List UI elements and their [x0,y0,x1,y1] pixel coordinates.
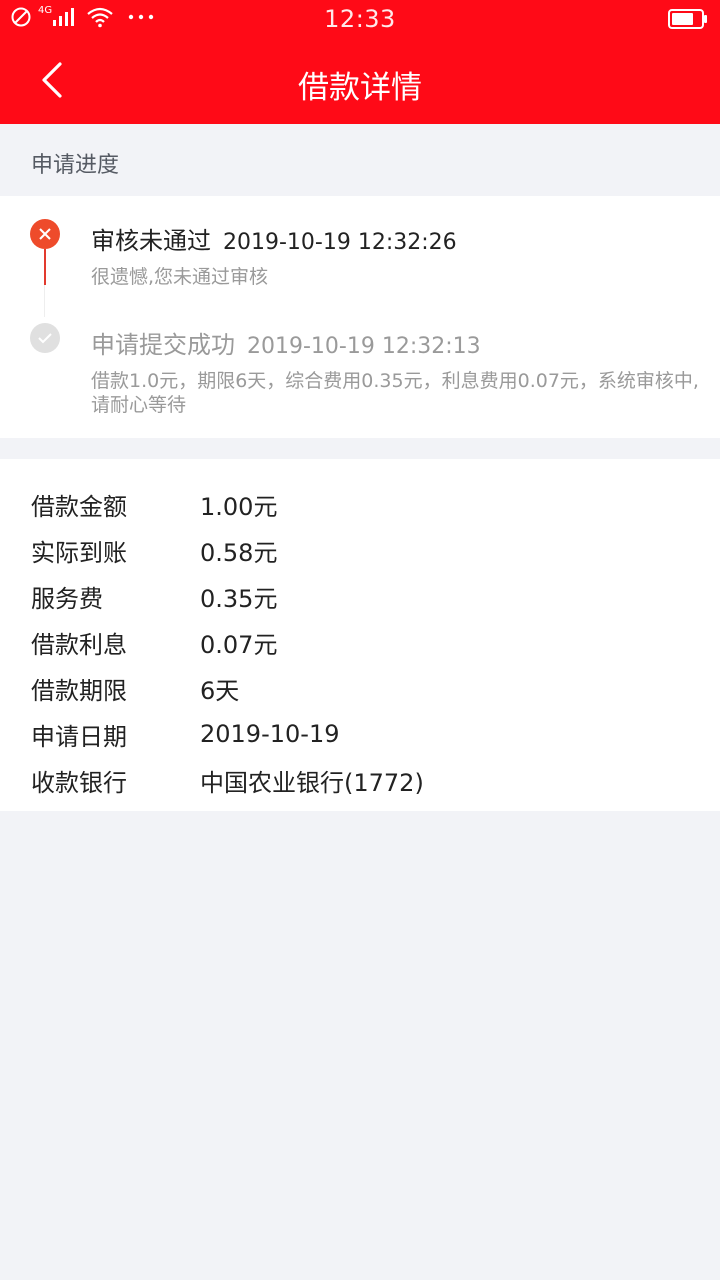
detail-label: 收款银行 [31,768,127,797]
progress-timeline: 审核未通过 2019-10-19 12:32:26 很遗憾,您未通过审核 申请提… [0,196,720,438]
step-title-row: 申请提交成功 2019-10-19 12:32:13 [91,325,481,360]
step-description: 很遗憾,您未通过审核 [91,266,269,288]
detail-row-loan-amount: 借款金额 1.00元 [0,481,720,527]
detail-value: 中国农业银行(1772) [200,768,424,797]
step-timestamp: 2019-10-19 12:32:13 [247,334,481,359]
step-description: 借款1.0元，期限6天，综合费用0.35元，利息费用0.07元，系统审核中,请耐… [91,370,699,416]
section-title: 申请进度 [31,153,120,178]
detail-row-received-amount: 实际到账 0.58元 [0,527,720,573]
loan-detail-list: 借款金额 1.00元 实际到账 0.58元 服务费 0.35元 借款利息 0.0… [0,459,720,811]
detail-value: 2019-10-19 [200,720,340,748]
step-status: 审核未通过 [91,227,211,255]
step-timestamp: 2019-10-19 12:32:26 [223,230,457,255]
detail-row-apply-date: 申请日期 2019-10-19 [0,711,720,757]
detail-value: 1.00元 [200,492,278,521]
checkmark-icon [38,333,52,344]
detail-row-interest: 借款利息 0.07元 [0,619,720,665]
detail-label: 服务费 [31,584,103,613]
detail-row-bank: 收款银行 中国农业银行(1772) [0,757,720,803]
page-title: 借款详情 [298,70,422,106]
detail-row-service-fee: 服务费 0.35元 [0,573,720,619]
detail-label: 借款金额 [31,492,127,521]
detail-label: 借款期限 [31,676,127,705]
detail-value: 0.58元 [200,538,278,567]
status-time: 12:33 [324,5,396,33]
step-failed-icon [30,219,60,249]
detail-value: 0.07元 [200,630,278,659]
detail-label: 借款利息 [31,630,127,659]
detail-label: 实际到账 [31,538,127,567]
timeline-connector [44,285,45,317]
section-header: 申请进度 [0,124,720,196]
timeline-connector [44,249,46,285]
detail-value: 0.35元 [200,584,278,613]
step-title-row: 审核未通过 2019-10-19 12:32:26 [91,221,457,256]
detail-label: 申请日期 [31,722,127,751]
detail-value: 6天 [200,676,240,705]
status-bar: 4G 12:33 [0,0,720,38]
detail-row-term: 借款期限 6天 [0,665,720,711]
step-success-icon [30,323,60,353]
battery-icon [668,9,707,29]
close-icon [39,228,51,240]
nav-bar: 借款详情 [0,38,720,124]
step-status: 申请提交成功 [91,331,235,359]
